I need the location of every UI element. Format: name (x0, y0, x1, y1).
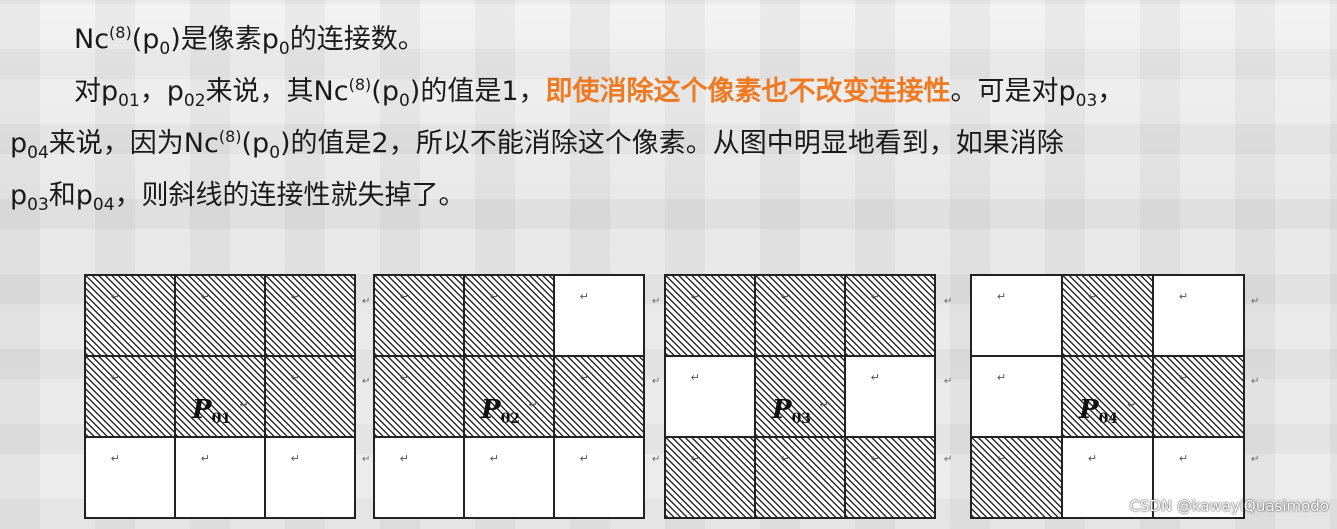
return-mark-icon: ↵ (489, 290, 499, 304)
return-mark-icon: ↵ (1178, 290, 1189, 304)
grid-cell: ↵ (665, 356, 755, 437)
grid-cell: ↵ (85, 275, 175, 356)
grid-cell: ↵ (554, 437, 644, 518)
center-pixel-label: P02 (481, 395, 521, 427)
grid-cell: ↵ (374, 356, 464, 437)
return-mark-icon: ↵ (239, 398, 249, 412)
return-mark-icon: ↵ (1087, 452, 1098, 466)
pixel-grid-04: ↵ ↵ ↵ ↵ ↵ P04 ↵ ↵ ↵ ↵ (970, 274, 1245, 519)
return-mark-icon: ↵ (652, 376, 661, 387)
return-mark-icon: ↵ (1251, 376, 1260, 387)
grid-cell: ↵ (85, 437, 175, 518)
return-mark-icon: ↵ (690, 371, 700, 385)
return-mark-icon: ↵ (690, 290, 700, 304)
return-mark-icon: ↵ (399, 371, 409, 385)
return-mark-icon: ↵ (780, 290, 790, 304)
grid-cell: ↵ (265, 437, 355, 518)
return-mark-icon: ↵ (110, 452, 120, 466)
grid-cell: ↵ (85, 356, 175, 437)
return-mark-icon: ↵ (579, 452, 589, 466)
return-mark-icon: ↵ (870, 290, 880, 304)
grid-cell: ↵ P01 (175, 356, 265, 437)
grid-cell: ↵ (464, 275, 554, 356)
return-mark-icon: ↵ (652, 454, 661, 465)
return-mark-icon: ↵ (1251, 296, 1260, 307)
return-mark-icon: ↵ (290, 452, 300, 466)
grid-cell: ↵ (554, 356, 644, 437)
grid-cell: ↵ (1062, 275, 1153, 356)
return-mark-icon: ↵ (200, 452, 210, 466)
return-mark-icon: ↵ (996, 371, 1007, 385)
grid-cell: ↵ (845, 275, 935, 356)
return-mark-icon: ↵ (780, 452, 790, 466)
return-mark-icon: ↵ (870, 452, 880, 466)
return-mark-icon: ↵ (996, 290, 1007, 304)
grid-cell: ↵ (554, 275, 644, 356)
grid-cell: ↵ (665, 437, 755, 518)
center-pixel-label: P04 (1079, 395, 1119, 427)
grid-cell: ↵ P03 (755, 356, 845, 437)
return-mark-icon: ↵ (996, 452, 1007, 466)
return-mark-icon: ↵ (528, 398, 538, 412)
grid-cell: ↵ (175, 437, 265, 518)
center-pixel-label: P01 (192, 395, 232, 427)
return-mark-icon: ↵ (870, 371, 880, 385)
return-mark-icon: ↵ (290, 371, 300, 385)
return-mark-icon: ↵ (579, 290, 589, 304)
return-mark-icon: ↵ (290, 290, 300, 304)
grid-cell: ↵ P04 (1062, 356, 1153, 437)
pixel-grid-01: ↵ ↵ ↵ ↵ ↵ P01 ↵ ↵ ↵ ↵ (84, 274, 356, 519)
grid-cell: ↵ (755, 437, 845, 518)
grid-cell: ↵ (845, 437, 935, 518)
return-mark-icon: ↵ (690, 452, 700, 466)
grid-cell: ↵ (971, 356, 1062, 437)
return-mark-icon: ↵ (1178, 371, 1189, 385)
return-mark-icon: ↵ (819, 398, 829, 412)
return-mark-icon: ↵ (362, 376, 371, 387)
grid-cell: ↵ (1153, 356, 1244, 437)
grid-cell: ↵ (845, 356, 935, 437)
grid-cell: ↵ (464, 437, 554, 518)
return-mark-icon: ↵ (399, 290, 409, 304)
grid-cell: ↵ (265, 356, 355, 437)
pixel-grid-02: ↵ ↵ ↵ ↵ ↵ P02 ↵ ↵ ↵ ↵ (373, 274, 645, 519)
grid-cell: ↵ (971, 275, 1062, 356)
return-mark-icon: ↵ (110, 371, 120, 385)
return-mark-icon: ↵ (399, 452, 409, 466)
return-mark-icon: ↵ (944, 454, 953, 465)
grid-cell: ↵ (1153, 275, 1244, 356)
pixel-grids-figure: ↵ ↵ ↵ ↵ ↵ P01 ↵ ↵ ↵ ↵ ↵ ↵ ↵ ↵ ↵ P02 ↵ ↵ ↵ ↵ ↵ ↵ ↵ ↵ ↵ P03 ↵ ↵ ↵ ↵ ↵ ↵ ↵ ↵… (0, 0, 1337, 529)
grid-cell: ↵ (175, 275, 265, 356)
pixel-grid-03: ↵ ↵ ↵ ↵ ↵ P03 ↵ ↵ ↵ ↵ (664, 274, 936, 519)
return-mark-icon: ↵ (1178, 452, 1189, 466)
return-mark-icon: ↵ (1087, 290, 1098, 304)
grid-cell: ↵ (374, 437, 464, 518)
return-mark-icon: ↵ (1127, 398, 1137, 412)
return-mark-icon: ↵ (1251, 454, 1260, 465)
grid-cell: ↵ (755, 275, 845, 356)
watermark: CSDN @kawayiQuasimodo (1129, 497, 1329, 515)
grid-cell: ↵ P02 (464, 356, 554, 437)
grid-cell: ↵ (971, 437, 1062, 518)
center-pixel-label: P03 (772, 395, 812, 427)
return-mark-icon: ↵ (200, 290, 210, 304)
return-mark-icon: ↵ (362, 296, 371, 307)
return-mark-icon: ↵ (110, 290, 120, 304)
grid-cell: ↵ (374, 275, 464, 356)
return-mark-icon: ↵ (652, 296, 661, 307)
return-mark-icon: ↵ (944, 296, 953, 307)
return-mark-icon: ↵ (489, 452, 499, 466)
return-mark-icon: ↵ (362, 454, 371, 465)
grid-cell: ↵ (665, 275, 755, 356)
grid-cell: ↵ (265, 275, 355, 356)
return-mark-icon: ↵ (579, 371, 589, 385)
return-mark-icon: ↵ (944, 376, 953, 387)
